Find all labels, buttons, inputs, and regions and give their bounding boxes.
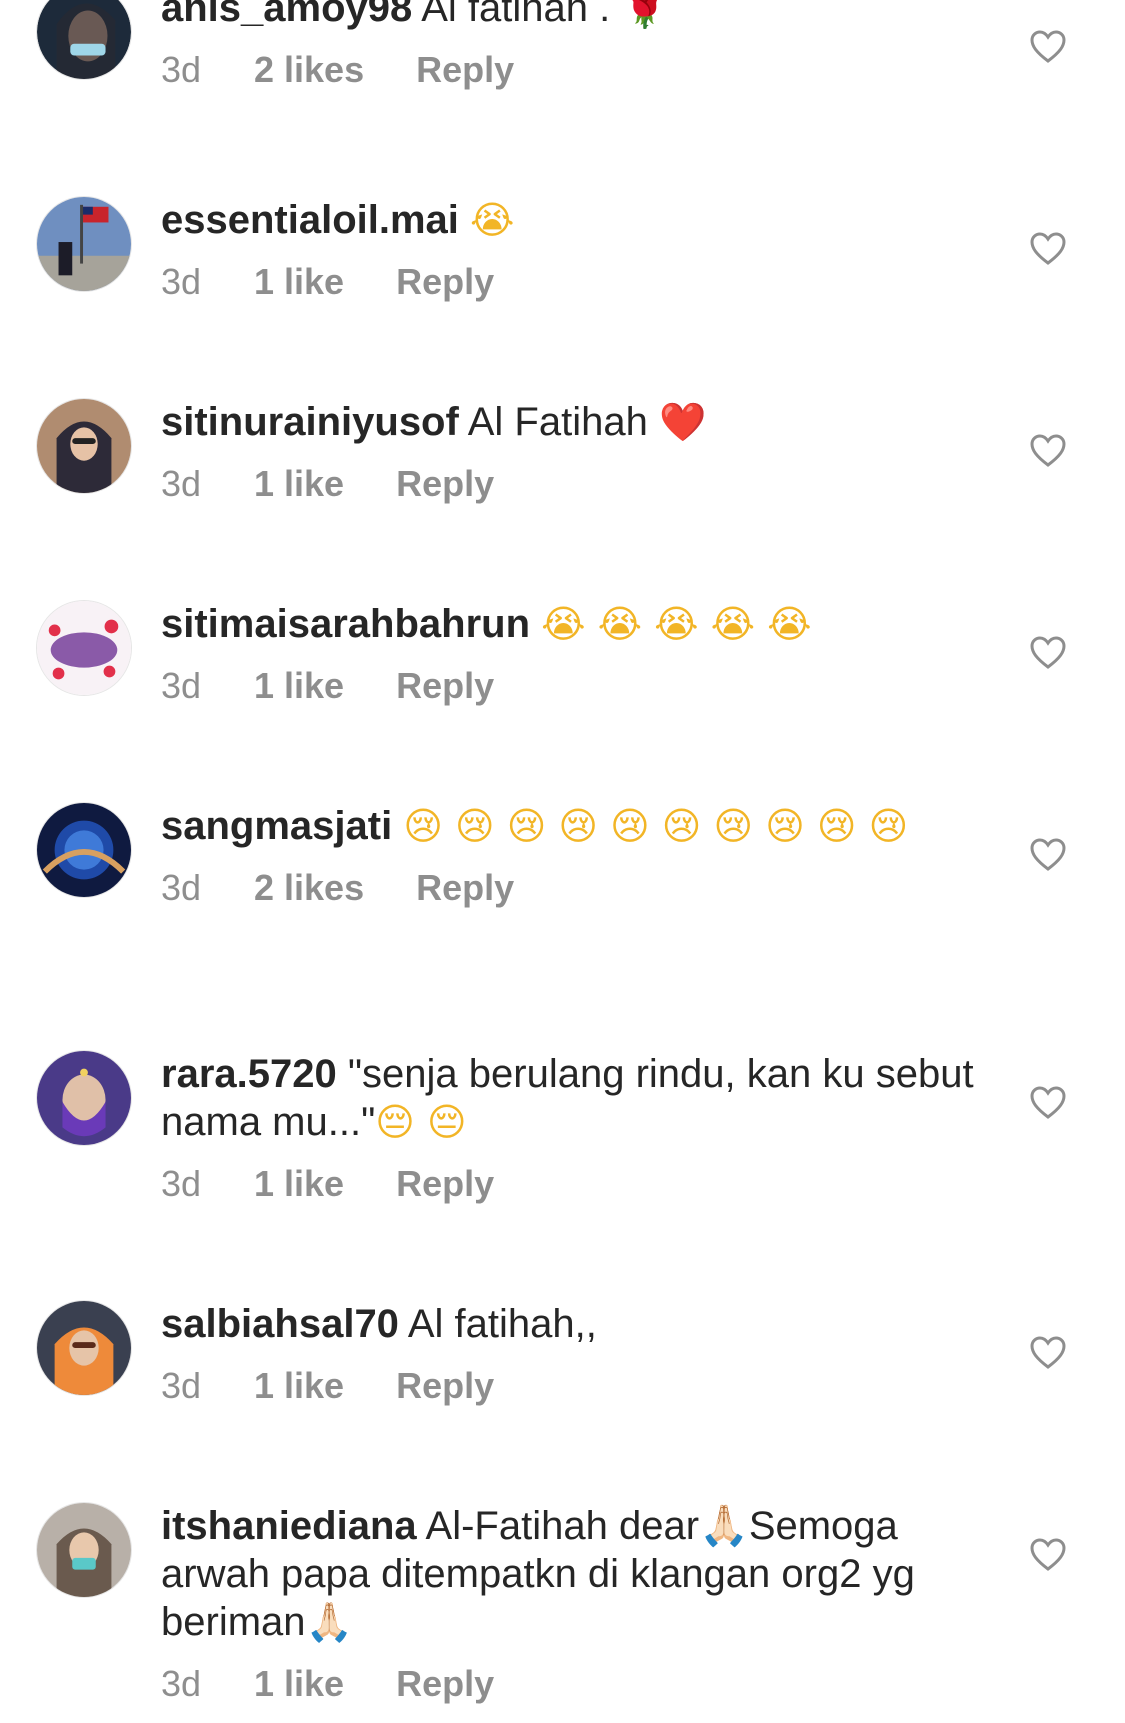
comment-text: sitinurainiyusof Al Fatihah ❤️ — [161, 398, 991, 446]
reply-button[interactable]: Reply — [396, 1662, 494, 1706]
avatar[interactable] — [36, 802, 132, 898]
rose-emoji: 🌹 — [621, 0, 669, 30]
comment-body — [392, 804, 403, 848]
red-heart-emoji: ❤️ — [658, 400, 707, 444]
reply-button[interactable]: Reply — [416, 48, 514, 92]
comment-likes[interactable]: 1 like — [254, 664, 344, 708]
reply-button[interactable]: Reply — [396, 462, 494, 506]
crying-emoji: 😭 — [470, 198, 515, 242]
comment-time: 3d — [161, 261, 202, 302]
comment-meta: 3d 1 like Reply — [161, 462, 991, 506]
comment-time: 3d — [161, 49, 202, 90]
comment-text: essentialoil.mai 😭 — [161, 196, 991, 244]
comment-text: salbiahsal70 Al fatihah,, — [161, 1300, 991, 1348]
heart-outline-icon[interactable] — [1030, 1538, 1066, 1572]
comment-likes[interactable]: 2 likes — [254, 48, 364, 92]
avatar[interactable] — [36, 398, 132, 494]
comment-time: 3d — [161, 463, 202, 504]
comment-username[interactable]: salbiahsal70 — [161, 1302, 399, 1346]
comment-body: Al Fatihah — [458, 400, 659, 444]
comment-text: rara.5720 "senja berulang rindu, kan ku … — [161, 1050, 991, 1146]
comment-body: Al fatihah . — [412, 0, 622, 30]
comment-time: 3d — [161, 1663, 202, 1704]
comment-text: sangmasjati 😢 😢 😢 😢 😢 😢 😢 😢 😢 😢 — [161, 802, 991, 850]
comment-text: itshaniediana Al-Fatihah dear🙏🏻Semoga ar… — [161, 1502, 991, 1646]
comment-username[interactable]: sitimaisarahbahrun — [161, 602, 530, 646]
comment-likes[interactable]: 2 likes — [254, 866, 364, 910]
comment-username[interactable]: anis_amoy98 — [161, 0, 412, 30]
comment-username[interactable]: sitinurainiyusof — [161, 400, 459, 444]
comment-time: 3d — [161, 665, 202, 706]
comment-meta: 3d 1 like Reply — [161, 1364, 991, 1408]
comment-likes[interactable]: 1 like — [254, 1162, 344, 1206]
comment-meta: 3d 1 like Reply — [161, 1662, 991, 1706]
avatar[interactable] — [36, 196, 132, 292]
pensive-emoji: 😔 😔 — [375, 1100, 467, 1144]
comment-body — [459, 198, 470, 242]
comment-meta: 3d 1 like Reply — [161, 1162, 991, 1206]
avatar[interactable] — [36, 0, 132, 80]
reply-button[interactable]: Reply — [396, 260, 494, 304]
comment-meta: 3d 2 likes Reply — [161, 866, 991, 910]
comment-time: 3d — [161, 1365, 202, 1406]
comment-username[interactable]: sangmasjati — [161, 804, 392, 848]
folded-hands-emoji: 🙏🏻 — [305, 1600, 353, 1644]
comment-username[interactable]: essentialoil.mai — [161, 198, 459, 242]
reply-button[interactable]: Reply — [396, 1364, 494, 1408]
reply-button[interactable]: Reply — [416, 866, 514, 910]
heart-outline-icon[interactable] — [1030, 636, 1066, 670]
comment-likes[interactable]: 1 like — [254, 1662, 344, 1706]
comment-time: 3d — [161, 867, 202, 908]
crying-emoji: 😭 😭 😭 😭 😭 — [541, 602, 812, 646]
sad-tear-emoji: 😢 😢 😢 😢 😢 😢 😢 😢 😢 😢 — [403, 804, 909, 848]
heart-outline-icon[interactable] — [1030, 30, 1066, 64]
comment-meta: 3d 1 like Reply — [161, 664, 991, 708]
heart-outline-icon[interactable] — [1030, 1086, 1066, 1120]
comment-username[interactable]: rara.5720 — [161, 1052, 337, 1096]
comment-likes[interactable]: 1 like — [254, 462, 344, 506]
heart-outline-icon[interactable] — [1030, 838, 1066, 872]
comment-likes[interactable]: 1 like — [254, 1364, 344, 1408]
comment-likes[interactable]: 1 like — [254, 260, 344, 304]
reply-button[interactable]: Reply — [396, 664, 494, 708]
comment-text: sitimaisarahbahrun 😭 😭 😭 😭 😭 — [161, 600, 991, 648]
avatar[interactable] — [36, 1502, 132, 1598]
avatar[interactable] — [36, 1300, 132, 1396]
avatar[interactable] — [36, 600, 132, 696]
comment-username[interactable]: itshaniediana — [161, 1504, 417, 1548]
comment-meta: 3d 1 like Reply — [161, 260, 991, 304]
heart-outline-icon[interactable] — [1030, 1336, 1066, 1370]
comment-body: Al fatihah,, — [398, 1302, 597, 1346]
heart-outline-icon[interactable] — [1030, 232, 1066, 266]
reply-button[interactable]: Reply — [396, 1162, 494, 1206]
comment-text: anis_amoy98 Al fatihah . 🌹 — [161, 0, 991, 32]
heart-outline-icon[interactable] — [1030, 434, 1066, 468]
comment-body — [530, 602, 541, 646]
comment-time: 3d — [161, 1163, 202, 1204]
comment-meta: 3d 2 likes Reply — [161, 48, 991, 92]
avatar[interactable] — [36, 1050, 132, 1146]
